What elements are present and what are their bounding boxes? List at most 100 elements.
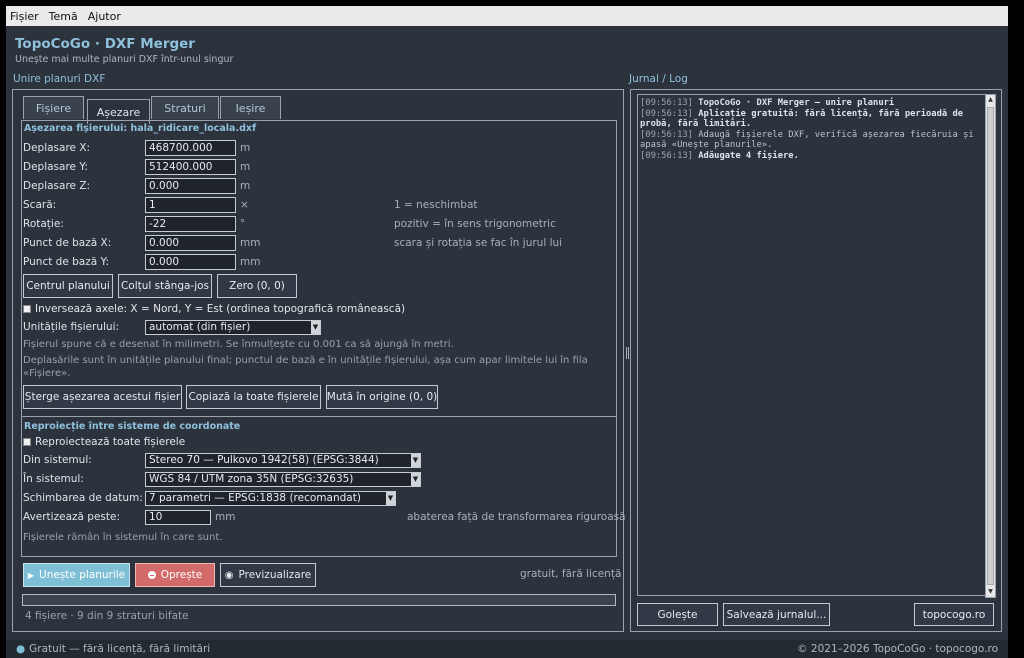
eye-icon: ◉ (224, 569, 234, 581)
merge-plans-button[interactable]: ▶ Unește planurile (23, 563, 130, 587)
log-text: Adăugate 4 fișiere. (698, 150, 799, 161)
preview-button[interactable]: ◉ Previzualizare (220, 563, 316, 587)
scale-input[interactable]: 1 (145, 197, 236, 213)
offset-x-label: Deplasare X: (23, 142, 91, 154)
base-y-unit: mm (240, 256, 261, 268)
reproject-checkbox[interactable]: Reproiectează toate fișierele (23, 436, 185, 448)
status-dot-icon: ● (16, 643, 26, 655)
pane-splitter-handle[interactable] (626, 347, 629, 359)
bottom-left-corner-button[interactable]: Colțul stânga-jos (118, 274, 212, 298)
invert-axes-checkbox[interactable]: Inversează axele: X = Nord, Y = Est (ord… (23, 303, 405, 315)
menu-file[interactable]: Fișier (10, 10, 39, 23)
log-line: [09:56:13] Adăugate 4 fișiere. (640, 151, 974, 162)
menu-help[interactable]: Ajutor (88, 10, 121, 23)
status-bar-left-text: Gratuit — fără licență, fără limitări (29, 643, 211, 655)
reproject-label: Reproiectează toate fișierele (35, 436, 186, 448)
preview-label: Previzualizare (238, 569, 312, 581)
file-units-label: Unitățile fișierului: (23, 321, 120, 333)
chevron-down-icon[interactable]: ▼ (311, 321, 320, 334)
base-y-input[interactable]: 0.000 (145, 254, 236, 270)
datum-select[interactable]: 7 parametri — EPSG:1838 (recomandat) ▼ (145, 491, 396, 506)
log-line: [09:56:13] Aplicație gratuită: fără lice… (640, 109, 974, 130)
save-log-button[interactable]: Salvează jurnalul... (723, 603, 830, 626)
offset-x-unit: m (240, 142, 251, 154)
log-timestamp: [09:56:13] (640, 129, 693, 140)
app-subtitle: Unește mai multe planuri DXF într-unul s… (15, 54, 234, 65)
stop-label: Oprește (160, 569, 203, 581)
copy-to-all-button[interactable]: Copiază la toate fișierele (186, 385, 321, 409)
log-view[interactable]: [09:56:13] TopoCoGo · DXF Merger — unire… (637, 94, 989, 596)
to-system-label: În sistemul: (23, 473, 84, 485)
chevron-down-icon[interactable]: ▼ (411, 454, 420, 467)
status-bar: ● Gratuit — fără licență, fără limitări ©… (6, 640, 1008, 658)
base-x-label: Punct de bază X: (23, 237, 112, 249)
stop-button[interactable]: Oprește (135, 563, 215, 587)
scroll-thumb[interactable] (987, 107, 994, 585)
file-units-select[interactable]: automat (din fișier) ▼ (145, 320, 321, 335)
clear-log-button[interactable]: Golește (637, 603, 718, 626)
base-y-label: Punct de bază Y: (23, 256, 110, 268)
from-system-label: Din sistemul: (23, 454, 92, 466)
chevron-down-icon[interactable]: ▼ (411, 473, 420, 486)
rotation-hint: pozitiv = în sens trigonometric (394, 218, 556, 230)
scroll-up-icon[interactable]: ▲ (986, 95, 995, 105)
chevron-down-icon[interactable]: ▼ (386, 492, 395, 505)
section-divider (21, 416, 617, 417)
license-note: gratuit, fără licență (520, 568, 622, 580)
warn-threshold-unit: mm (215, 511, 236, 523)
offset-x-input[interactable]: 468700.000 (145, 140, 236, 156)
menu-theme[interactable]: Temă (49, 10, 78, 23)
from-system-value: Stereo 70 — Pulkovo 1942(58) (EPSG:3844) (149, 454, 379, 466)
zero-origin-button[interactable]: Zero (0, 0) (217, 274, 297, 298)
offset-z-label: Deplasare Z: (23, 180, 91, 192)
tab-output[interactable]: Ieșire (220, 96, 281, 119)
units-note: Fișierul spune că e desenat în milimetri… (23, 339, 454, 350)
log-timestamp: [09:56:13] (640, 150, 693, 161)
app-title: TopoCoGo · DXF Merger (15, 36, 195, 52)
scale-label: Scară: (23, 199, 57, 211)
move-to-origin-button[interactable]: Mută în origine (0, 0) (326, 385, 438, 409)
log-timestamp: [09:56:13] (640, 108, 693, 119)
tab-layers[interactable]: Straturi (151, 96, 219, 119)
warn-threshold-hint: abaterea față de transformarea riguroasă (407, 511, 626, 523)
checkbox-box[interactable] (23, 438, 31, 446)
offset-y-label: Deplasare Y: (23, 161, 88, 173)
datum-label: Schimbarea de datum: (23, 492, 143, 504)
log-line: [09:56:13] Adaugă fișierele DXF, verific… (640, 130, 974, 151)
rotation-unit: ° (240, 218, 246, 230)
to-system-value: WGS 84 / UTM zona 35N (EPSG:32635) (149, 473, 354, 485)
status-summary: 4 fișiere · 9 din 9 straturi bifate (25, 610, 189, 622)
base-x-unit: mm (240, 237, 261, 249)
offset-z-unit: m (240, 180, 251, 192)
menubar: Fișier Temă Ajutor (6, 6, 1008, 26)
scale-hint: 1 = neschimbat (394, 199, 478, 211)
checkbox-box[interactable] (23, 305, 31, 313)
to-system-select[interactable]: WGS 84 / UTM zona 35N (EPSG:32635) ▼ (145, 472, 421, 487)
base-x-input[interactable]: 0.000 (145, 235, 236, 251)
offset-z-input[interactable]: 0.000 (145, 178, 236, 194)
play-icon: ▶ (27, 570, 35, 580)
from-system-select[interactable]: Stereo 70 — Pulkovo 1942(58) (EPSG:3844)… (145, 453, 421, 468)
status-bar-right: © 2021–2026 TopoCoGo · topocogo.ro (797, 643, 998, 655)
warn-threshold-input[interactable]: 10 (145, 510, 211, 525)
offset-y-input[interactable]: 512400.000 (145, 159, 236, 175)
offsets-note: Deplasările sunt în unitățile planului f… (23, 355, 588, 379)
file-units-value: automat (din fișier) (149, 321, 251, 333)
merge-progress-bar (22, 594, 616, 606)
placement-heading: Așezarea fișierului: hala_ridicare_local… (24, 123, 257, 134)
website-link-button[interactable]: topocogo.ro (914, 603, 994, 626)
merge-label: Unește planurile (39, 569, 126, 581)
merge-section-label: Unire planuri DXF (13, 73, 106, 85)
center-of-plan-button[interactable]: Centrul planului (23, 274, 113, 298)
scroll-down-icon[interactable]: ▼ (986, 587, 995, 597)
tab-files[interactable]: Fișiere (23, 96, 84, 119)
rotation-label: Rotație: (23, 218, 64, 230)
log-scrollbar[interactable]: ▲ ▼ (985, 94, 996, 598)
clear-placement-button[interactable]: Șterge așezarea acestui fișier (23, 385, 182, 409)
app-window: Fișier Temă Ajutor TopoCoGo · DXF Merger… (6, 6, 1008, 658)
log-text: TopoCoGo · DXF Merger — unire planuri (698, 98, 895, 108)
rotation-input[interactable]: -22 (145, 216, 236, 232)
base-point-hint: scara și rotația se fac în jurul lui (394, 237, 563, 249)
log-section-label: Jurnal / Log (629, 73, 688, 85)
status-bar-left: ● Gratuit — fără licență, fără limitări (16, 643, 210, 655)
